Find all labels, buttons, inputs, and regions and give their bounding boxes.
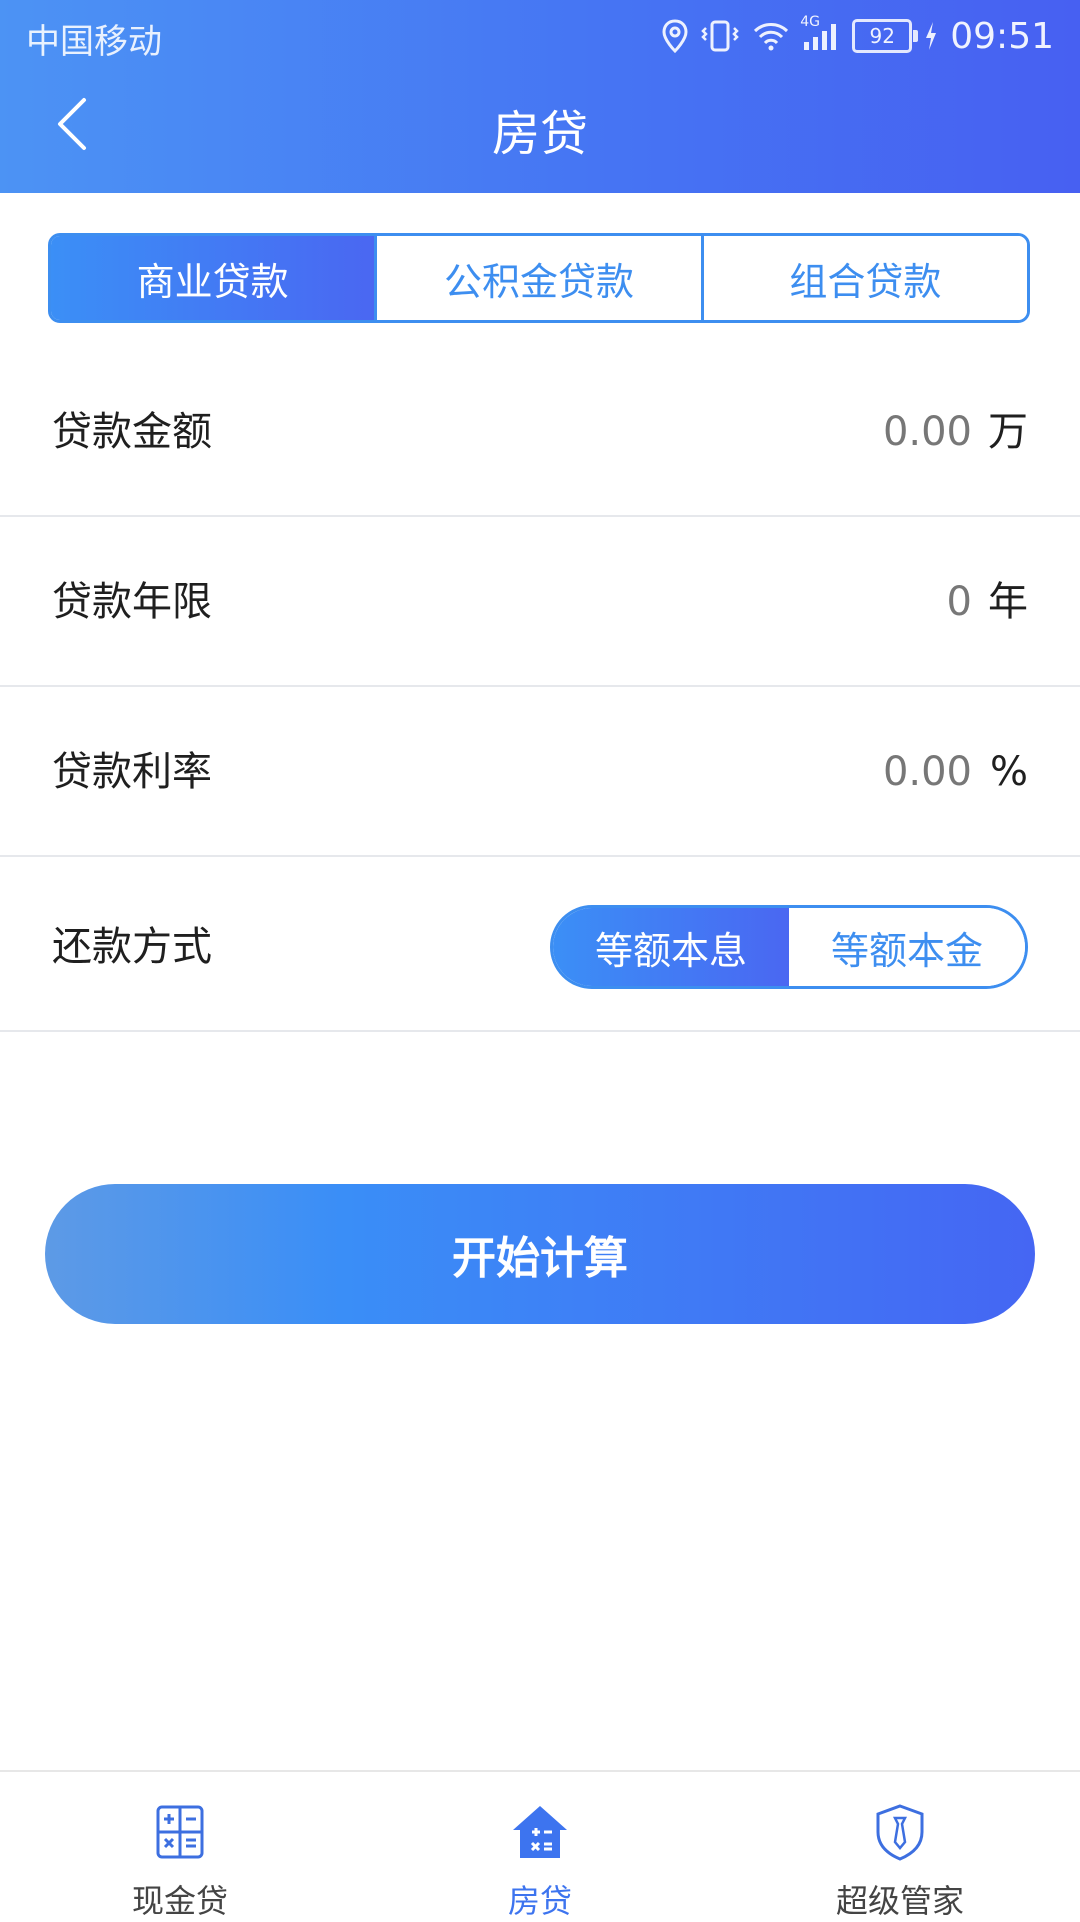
repayment-equal-installment[interactable]: 等额本息 xyxy=(553,908,789,986)
status-time: 09:51 xyxy=(950,15,1054,57)
nav-item-cash-loan[interactable]: 现金贷 xyxy=(0,1772,360,1922)
loan-type-tabs: 商业贷款 公积金贷款 组合贷款 xyxy=(48,233,1030,323)
location-icon xyxy=(662,19,688,53)
calculator-icon xyxy=(156,1805,204,1859)
shield-tie-icon xyxy=(876,1804,924,1861)
loan-term-input[interactable]: 0 xyxy=(947,517,972,687)
battery-icon: 92 xyxy=(852,19,919,53)
loan-amount-unit: 万 xyxy=(988,409,1028,455)
repayment-method-toggle: 等额本息 等额本金 xyxy=(550,905,1028,989)
app-header: 中国移动 4G 92 09:51 房贷 xyxy=(0,0,1080,193)
loan-amount-label: 贷款金额 xyxy=(52,409,212,455)
nav-item-mortgage[interactable]: 房贷 xyxy=(360,1772,720,1922)
network-type: 4G xyxy=(800,14,821,30)
loan-term-label: 贷款年限 xyxy=(52,579,212,625)
loan-rate-row[interactable]: 贷款利率 0.00 % xyxy=(0,687,1080,857)
loan-amount-row[interactable]: 贷款金额 0.00 万 xyxy=(0,347,1080,517)
start-calculation-button[interactable]: 开始计算 xyxy=(45,1184,1035,1324)
tab-commercial-loan[interactable]: 商业贷款 xyxy=(51,236,375,320)
nav-item-super-butler[interactable]: 超级管家 xyxy=(720,1772,1080,1922)
repayment-method-label: 还款方式 xyxy=(52,924,212,970)
status-bar: 中国移动 4G 92 09:51 xyxy=(0,0,1080,74)
carrier-name: 中国移动 xyxy=(26,22,162,62)
vibrate-icon xyxy=(700,19,740,53)
house-calculator-icon xyxy=(513,1806,567,1858)
loan-rate-unit: % xyxy=(989,749,1028,795)
bottom-nav: 现金贷 房贷 超级管家 xyxy=(0,1770,1080,1922)
loan-rate-input[interactable]: 0.00 xyxy=(883,687,972,857)
loan-rate-label: 贷款利率 xyxy=(52,749,212,795)
loan-term-unit: 年 xyxy=(988,579,1028,625)
wifi-icon xyxy=(752,20,790,52)
repayment-equal-principal[interactable]: 等额本金 xyxy=(789,908,1025,986)
tab-provident-fund-loan[interactable]: 公积金贷款 xyxy=(374,236,701,320)
loan-term-row[interactable]: 贷款年限 0 年 xyxy=(0,517,1080,687)
signal-icon: 4G xyxy=(800,14,840,52)
nav-label-super-butler: 超级管家 xyxy=(835,1882,964,1920)
charging-icon xyxy=(924,21,938,51)
nav-label-cash-loan: 现金贷 xyxy=(131,1882,228,1920)
loan-amount-input[interactable]: 0.00 xyxy=(883,347,972,517)
status-icons: 4G 92 09:51 xyxy=(662,10,1054,62)
page-title: 房贷 xyxy=(491,106,588,162)
tab-combined-loan[interactable]: 组合贷款 xyxy=(700,236,1027,320)
nav-label-mortgage: 房贷 xyxy=(507,1882,572,1920)
